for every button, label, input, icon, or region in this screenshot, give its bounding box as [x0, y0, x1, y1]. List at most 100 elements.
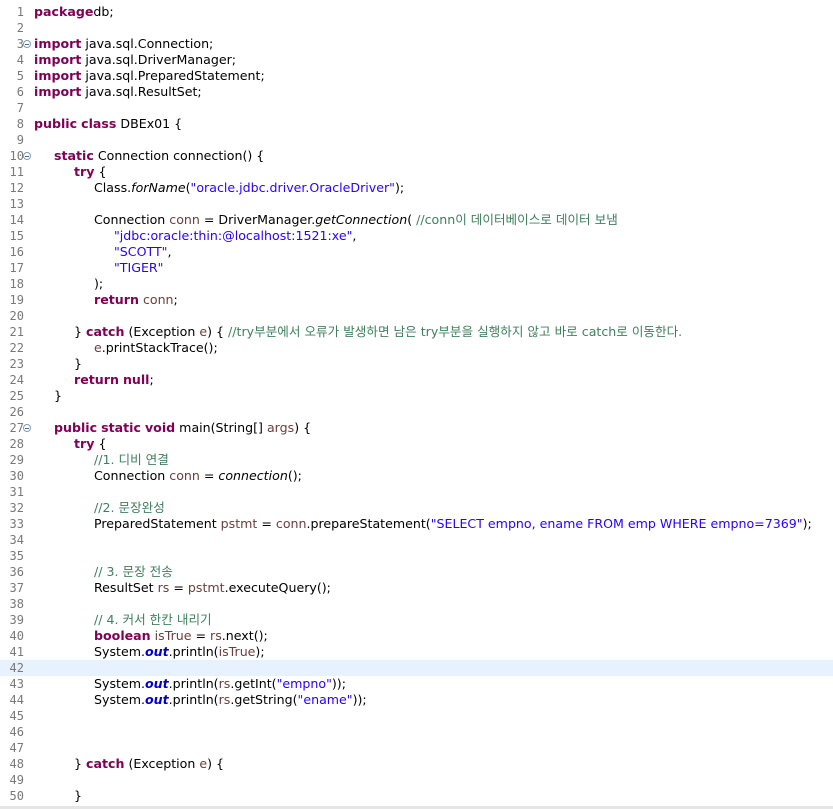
code-token: System. — [94, 644, 145, 659]
code-text: System.out.println(isTrue); — [94, 644, 265, 660]
keyword-token: public — [54, 420, 98, 435]
code-line[interactable]: 6 import java.sql.ResultSet; — [0, 84, 833, 100]
code-text: import java.sql.DriverManager; — [34, 52, 236, 68]
field-token: out — [144, 692, 169, 707]
code-token: ); — [94, 276, 104, 291]
keyword-token: package — [34, 4, 94, 19]
code-line[interactable]: 42 — [0, 660, 833, 676]
code-text: ); — [94, 276, 103, 292]
code-line[interactable]: 25} — [0, 388, 833, 404]
code-line[interactable]: 28 try { — [0, 436, 833, 452]
code-line[interactable]: 40 boolean isTrue = rs.next(); — [0, 628, 833, 644]
code-line[interactable]: 34 — [0, 532, 833, 548]
code-line[interactable]: 29 //1. 디비 연결 — [0, 452, 833, 468]
code-line[interactable]: 46 — [0, 724, 833, 740]
code-line[interactable]: 35 — [0, 548, 833, 564]
code-line[interactable]: 44 System.out.println(rs.getString("ename… — [0, 692, 833, 708]
code-line[interactable]: 32 //2. 문장완성 — [0, 500, 833, 516]
code-token: = DriverManager. — [199, 212, 316, 227]
string-literal: "SCOTT" — [114, 244, 168, 259]
line-number: 33 — [9, 517, 24, 531]
code-line[interactable]: 47 — [0, 740, 833, 756]
code-line[interactable]: 49 — [0, 772, 833, 788]
code-line[interactable]: 48} catch (Exception e) { — [0, 756, 833, 772]
code-line[interactable]: 1 packagedb; — [0, 4, 833, 20]
code-line[interactable]: 18); — [0, 276, 833, 292]
code-line[interactable]: 39 // 4. 커서 한칸 내리기 — [0, 612, 833, 628]
code-line[interactable]: 24 return null; — [0, 372, 833, 388]
code-line[interactable]: 13 — [0, 196, 833, 212]
code-line[interactable]: 30 Connection conn = connection(); — [0, 468, 833, 484]
line-number: 3 — [16, 37, 24, 51]
line-number: 41 — [9, 645, 24, 659]
keyword-token: static — [54, 148, 94, 163]
keyword-token: catch — [86, 756, 125, 771]
code-line[interactable]: 37 ResultSet rs = pstmt.executeQuery(); — [0, 580, 833, 596]
field-token: out — [144, 644, 169, 659]
line-number: 27 — [9, 421, 24, 435]
code-token: PreparedStatement — [94, 516, 221, 531]
line-number: 14 — [9, 213, 24, 227]
code-token: .next(); — [221, 628, 268, 643]
method-token: connection — [218, 468, 288, 483]
code-line[interactable]: 10 static Connection connection() { — [0, 148, 833, 164]
line-number: 43 — [9, 677, 24, 691]
code-text: return null; — [74, 372, 154, 388]
code-text: } — [74, 788, 82, 804]
code-text: import java.sql.PreparedStatement; — [34, 68, 265, 84]
code-token: Connection connection() { — [93, 148, 265, 163]
code-line[interactable]: 14 Connection conn = DriverManager.getCon… — [0, 212, 833, 228]
string-literal: "empno" — [276, 676, 332, 691]
line-number: 10 — [9, 149, 24, 163]
line-number: 13 — [9, 197, 24, 211]
code-line[interactable]: 23} — [0, 356, 833, 372]
code-line[interactable]: 19 return conn; — [0, 292, 833, 308]
code-line[interactable]: 21} catch (Exception e) { //try부분에서 오류가 … — [0, 324, 833, 340]
code-token: } — [74, 756, 87, 771]
line-number: 1 — [16, 5, 24, 19]
code-line[interactable]: 11 try { — [0, 164, 833, 180]
variable-token: conn — [169, 468, 200, 483]
code-line[interactable]: 41 System.out.println(isTrue); — [0, 644, 833, 660]
code-line[interactable]: 17 "TIGER" — [0, 260, 833, 276]
code-line[interactable]: 36 // 3. 문장 전송 — [0, 564, 833, 580]
code-token: } — [74, 356, 83, 371]
code-line[interactable]: 8 public class DBEx01 { — [0, 116, 833, 132]
keyword-token: boolean — [94, 628, 151, 643]
code-line[interactable]: 33 PreparedStatement pstmt = conn.prepare… — [0, 516, 833, 532]
keyword-token: void — [144, 420, 176, 435]
code-line[interactable]: 9 — [0, 132, 833, 148]
code-editor[interactable]: 1 packagedb; 2 3 import java.sql.Connection;… — [0, 0, 833, 809]
code-line[interactable]: 38 — [0, 596, 833, 612]
code-line[interactable]: 7 — [0, 100, 833, 116]
code-token: , — [167, 244, 172, 259]
fold-toggle-icon[interactable] — [23, 152, 31, 160]
code-text: import java.sql.Connection; — [34, 36, 213, 52]
code-line[interactable]: 2 — [0, 20, 833, 36]
code-line[interactable]: 27 public static void main(String[] args)… — [0, 420, 833, 436]
code-line[interactable]: 31 — [0, 484, 833, 500]
code-line[interactable]: 3 import java.sql.Connection; — [0, 36, 833, 52]
code-line[interactable]: 20 — [0, 308, 833, 324]
code-line[interactable]: 15 "jdbc:oracle:thin:@localhost:1521:xe", — [0, 228, 833, 244]
code-line[interactable]: 5 import java.sql.PreparedStatement; — [0, 68, 833, 84]
code-token: .prepareStatement( — [306, 516, 431, 531]
code-line[interactable]: 16 "SCOTT", — [0, 244, 833, 260]
line-number: 20 — [9, 309, 24, 323]
fold-toggle-icon[interactable] — [23, 424, 31, 432]
variable-token: conn — [169, 212, 200, 227]
variable-token: pstmt — [187, 580, 225, 595]
code-line[interactable]: 12 Class.forName("oracle.jdbc.driver.Orac… — [0, 180, 833, 196]
code-line[interactable]: 50} — [0, 788, 833, 804]
code-line[interactable]: 43 System.out.println(rs.getInt("empno"))… — [0, 676, 833, 692]
code-line[interactable]: 4 import java.sql.DriverManager; — [0, 52, 833, 68]
code-text: //1. 디비 연결 — [94, 452, 169, 468]
fold-toggle-icon[interactable] — [23, 40, 31, 48]
keyword-token: try — [74, 436, 95, 451]
code-token: = — [199, 468, 219, 483]
code-line[interactable]: 22 e.printStackTrace(); — [0, 340, 833, 356]
code-line[interactable]: 26 — [0, 404, 833, 420]
line-number: 29 — [9, 453, 24, 467]
line-number: 2 — [16, 21, 24, 35]
code-line[interactable]: 45 — [0, 708, 833, 724]
